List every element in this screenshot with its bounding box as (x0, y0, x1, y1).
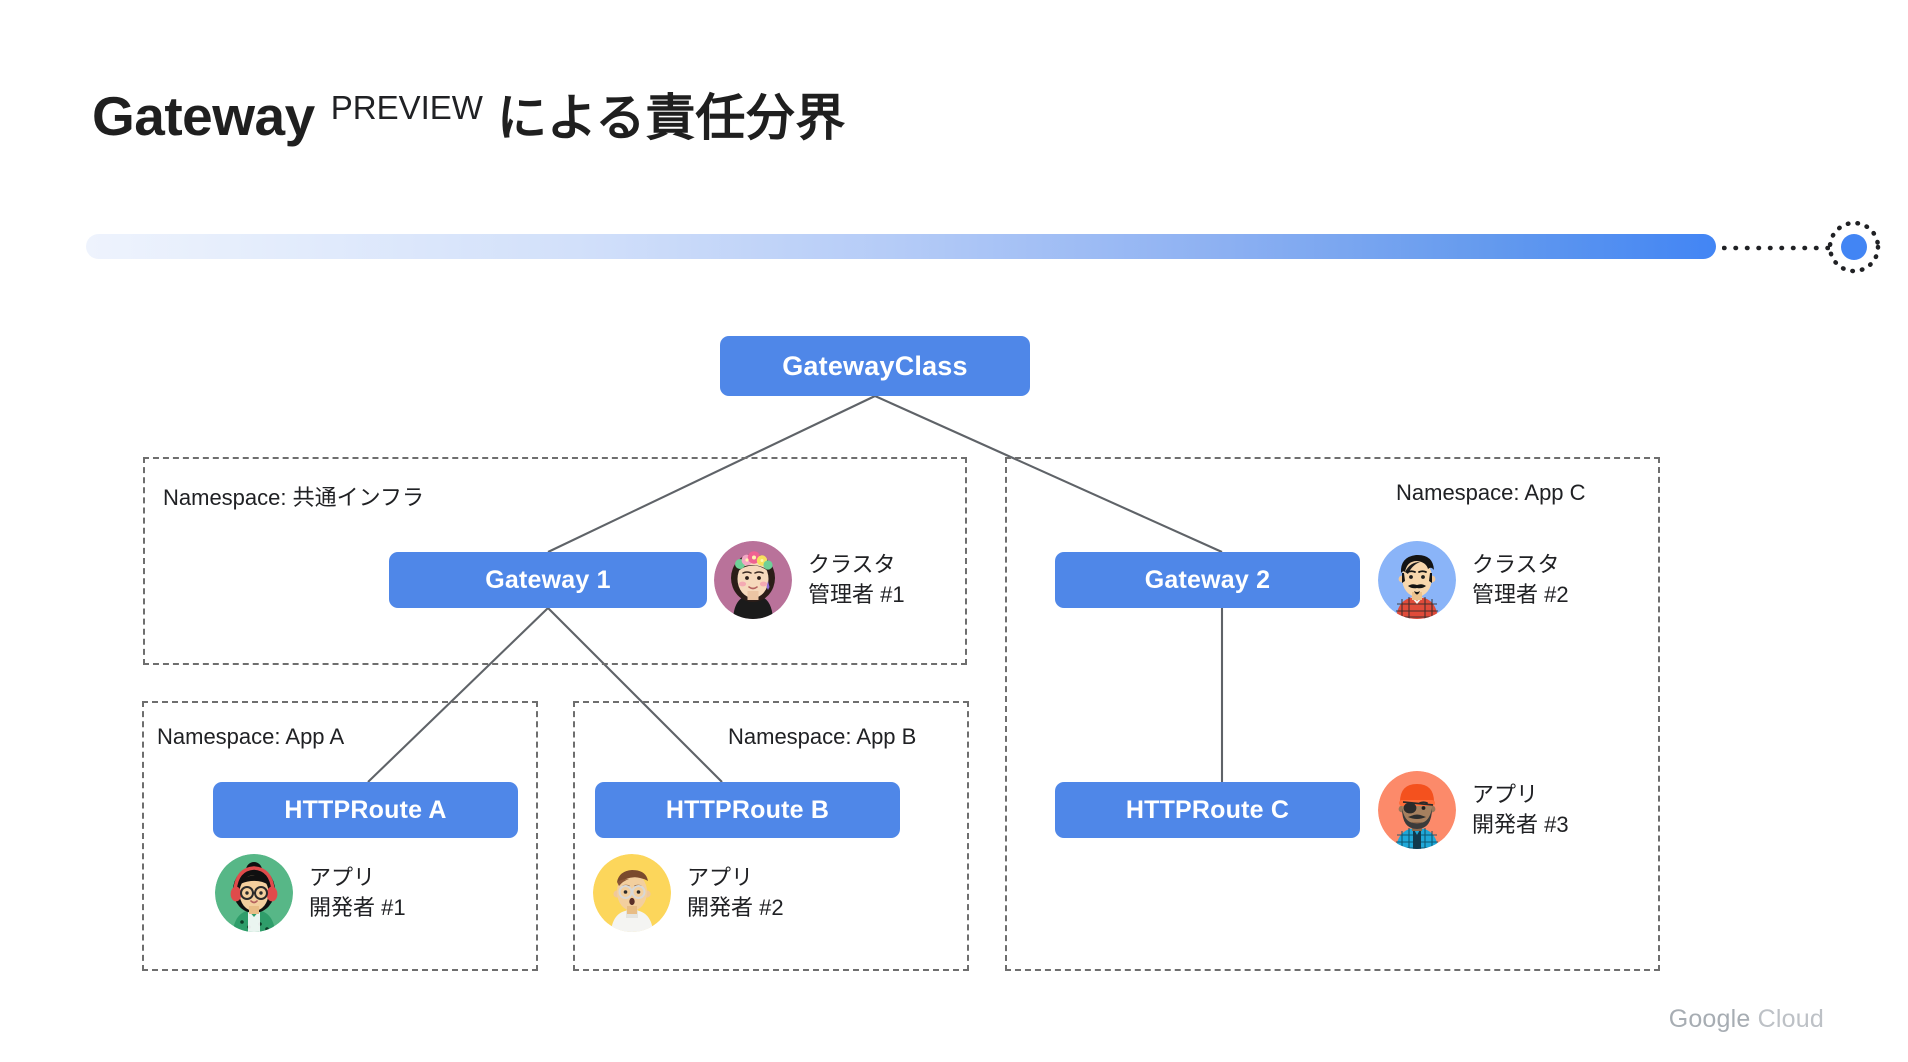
slide-canvas: Gateway PREVIEW による責任分界 GatewayClass Nam… (0, 0, 1908, 1062)
progress-dotted-line-icon (1722, 245, 1830, 251)
persona-cluster-admin-2-text: クラスタ 管理者 #2 (1472, 550, 1569, 609)
persona-role-line-1: クラスタ (1472, 552, 1560, 578)
persona-role-line-2: 開発者 #1 (309, 895, 406, 920)
persona-app-developer-2: アプリ 開発者 #2 (593, 854, 784, 932)
persona-role-line-2: 管理者 #1 (808, 582, 905, 607)
persona-app-developer-3-text: アプリ 開発者 #3 (1472, 780, 1569, 839)
node-gateway-2-label: Gateway 2 (1144, 565, 1271, 594)
avatar-app-developer-2-icon (593, 854, 671, 932)
node-gatewayclass-label: GatewayClass (782, 350, 968, 381)
persona-role-line-2: 開発者 #2 (687, 895, 784, 920)
node-httproute-a-label: HTTPRoute A (284, 795, 447, 824)
namespace-box-app-c (1005, 457, 1660, 971)
persona-cluster-admin-1: クラスタ 管理者 #1 (714, 541, 905, 619)
namespace-label-app-c: Namespace: App C (1396, 480, 1586, 505)
progress-end-dot-icon (1826, 219, 1882, 275)
progress-bar-track (86, 234, 1716, 259)
node-gatewayclass[interactable]: GatewayClass (720, 336, 1030, 396)
persona-cluster-admin-1-text: クラスタ 管理者 #1 (808, 550, 905, 609)
persona-cluster-admin-2: クラスタ 管理者 #2 (1378, 541, 1569, 619)
avatar-app-developer-3-icon (1378, 771, 1456, 849)
node-httproute-b-label: HTTPRoute B (665, 795, 830, 824)
node-httproute-a[interactable]: HTTPRoute A (213, 782, 518, 838)
node-httproute-b[interactable]: HTTPRoute B (595, 782, 900, 838)
persona-role-line-1: アプリ (687, 865, 754, 891)
google-cloud-logo: Google Cloud (1669, 1005, 1824, 1034)
title-preview-badge: PREVIEW (330, 89, 483, 126)
persona-role-line-2: 管理者 #2 (1472, 582, 1569, 607)
google-cloud-logo-cloud: Cloud (1757, 1005, 1824, 1033)
persona-role-line-2: 開発者 #3 (1472, 812, 1569, 837)
avatar-cluster-admin-2-icon (1378, 541, 1456, 619)
persona-app-developer-2-text: アプリ 開発者 #2 (687, 863, 784, 922)
persona-app-developer-1-text: アプリ 開発者 #1 (309, 863, 406, 922)
node-gateway-1-label: Gateway 1 (485, 565, 611, 594)
persona-app-developer-1: アプリ 開発者 #1 (215, 854, 406, 932)
title-japanese-text: による責任分界 (496, 90, 846, 146)
title-main-text: Gateway (92, 85, 315, 147)
node-httproute-c[interactable]: HTTPRoute C (1055, 782, 1360, 838)
progress-indicator (86, 220, 1881, 274)
persona-role-line-1: クラスタ (808, 552, 896, 578)
namespace-label-shared-infra: Namespace: 共通インフラ (163, 485, 424, 510)
avatar-app-developer-1-icon (215, 854, 293, 932)
avatar-cluster-admin-1-icon (714, 541, 792, 619)
node-gateway-2[interactable]: Gateway 2 (1055, 552, 1360, 608)
persona-app-developer-3: アプリ 開発者 #3 (1378, 771, 1569, 849)
google-cloud-logo-google: Google (1668, 1005, 1751, 1033)
namespace-label-app-b: Namespace: App B (728, 724, 917, 749)
page-title: Gateway PREVIEW による責任分界 (92, 78, 845, 150)
node-httproute-c-label: HTTPRoute C (1125, 795, 1290, 824)
namespace-label-app-a: Namespace: App A (157, 724, 345, 749)
node-gateway-1[interactable]: Gateway 1 (389, 552, 707, 608)
persona-role-line-1: アプリ (1472, 782, 1539, 808)
persona-role-line-1: アプリ (309, 865, 376, 891)
